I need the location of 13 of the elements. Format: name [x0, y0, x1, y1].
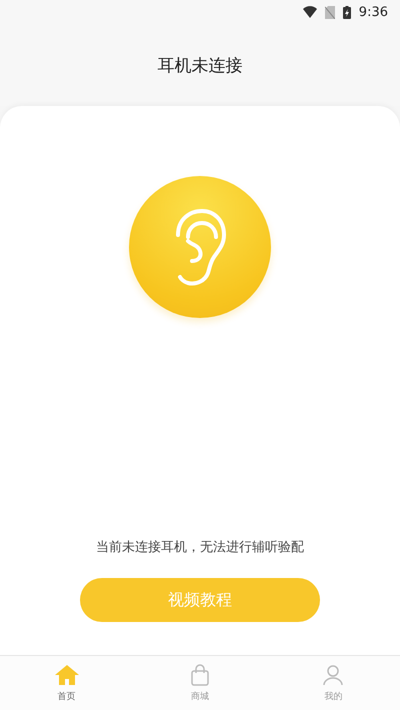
wifi-icon [302, 6, 317, 18]
no-sim-icon [324, 6, 335, 18]
person-icon [322, 664, 344, 686]
nav-tab[interactable]: 首页 [0, 656, 134, 710]
battery-charging-icon [342, 6, 351, 18]
nav-tab[interactable]: 商城 [133, 656, 267, 710]
page-title: 耳机未连接 [158, 54, 242, 76]
status-time: 9:36 [358, 4, 388, 20]
status-message: 当前未连接耳机，无法进行辅听验配 [96, 539, 304, 556]
shopping-bag-icon [188, 664, 211, 686]
video-tutorial-button[interactable]: 视频教程 [80, 578, 320, 622]
nav-tab[interactable]: 我的 [266, 656, 400, 710]
home-icon [54, 664, 80, 686]
